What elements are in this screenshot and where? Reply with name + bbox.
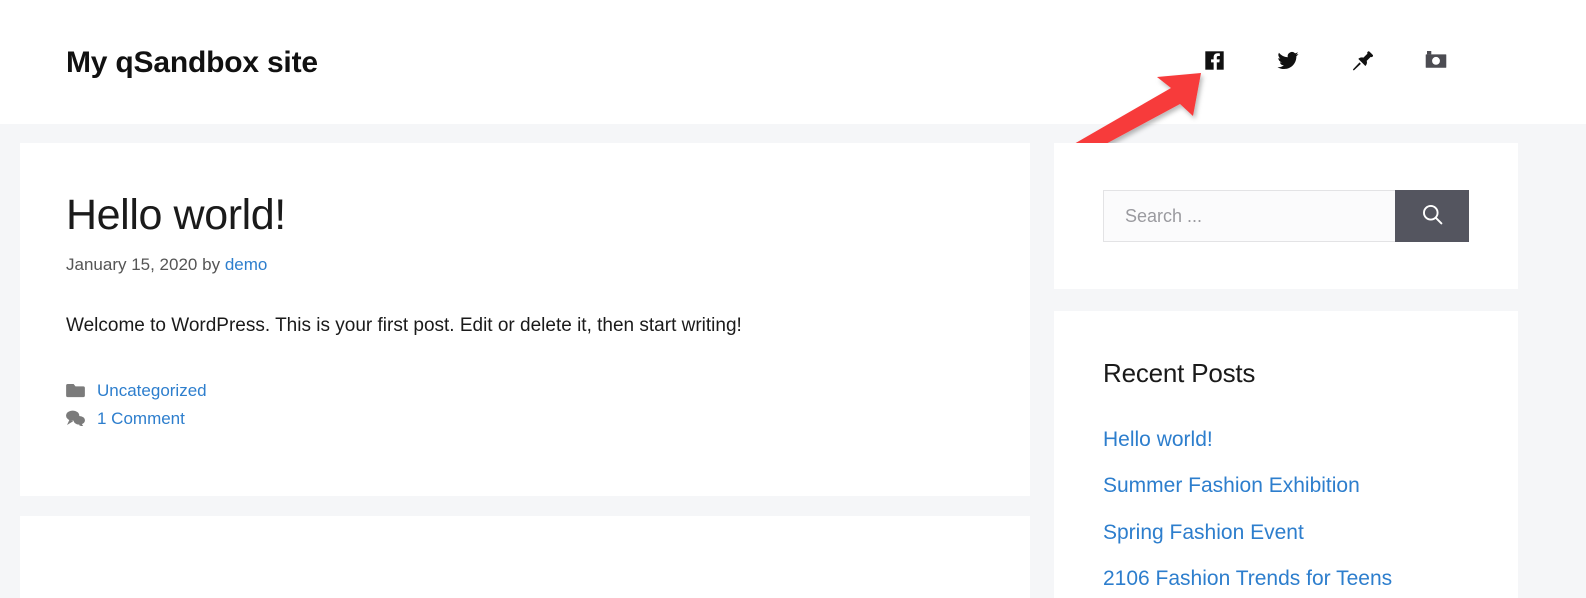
recent-post-link[interactable]: 2106 Fashion Trends for Teens bbox=[1103, 567, 1392, 590]
search-submit-button[interactable] bbox=[1395, 190, 1469, 242]
post-category-row: Uncategorized bbox=[66, 377, 984, 404]
recent-post-link[interactable]: Spring Fashion Event bbox=[1103, 521, 1304, 544]
post-date: January 15, 2020 bbox=[66, 255, 198, 275]
page-root: My qSandbox site Hello world! January 15… bbox=[0, 0, 1586, 598]
sidebar: Recent Posts Hello world! Summer Fashion… bbox=[1054, 143, 1518, 598]
site-title: My qSandbox site bbox=[66, 46, 318, 79]
post-category-link[interactable]: Uncategorized bbox=[97, 377, 207, 404]
recent-posts-list: Hello world! Summer Fashion Exhibition S… bbox=[1103, 427, 1469, 592]
recent-posts-widget: Recent Posts Hello world! Summer Fashion… bbox=[1054, 311, 1518, 598]
post-entry-footer: Uncategorized 1 Comment bbox=[66, 377, 984, 432]
search-form bbox=[1103, 190, 1469, 242]
site-header: My qSandbox site bbox=[0, 0, 1586, 124]
list-item: Summer Fashion Exhibition bbox=[1103, 473, 1469, 499]
search-input[interactable] bbox=[1103, 190, 1395, 242]
card-spacer bbox=[20, 496, 1030, 516]
twitter-icon-link[interactable] bbox=[1271, 44, 1305, 76]
instagram-camera-icon-link[interactable] bbox=[1419, 44, 1453, 76]
folder-icon bbox=[66, 381, 86, 399]
post-body-text: Welcome to WordPress. This is your first… bbox=[66, 315, 742, 337]
recent-posts-title: Recent Posts bbox=[1103, 358, 1256, 388]
list-item: Spring Fashion Event bbox=[1103, 520, 1469, 546]
search-widget bbox=[1054, 143, 1518, 289]
widget-spacer bbox=[1054, 289, 1518, 311]
post-comments-link[interactable]: 1 Comment bbox=[97, 405, 185, 432]
post-title: Hello world! bbox=[66, 191, 286, 239]
list-item: 2106 Fashion Trends for Teens bbox=[1103, 566, 1469, 592]
twitter-icon bbox=[1276, 50, 1300, 71]
post-author-link[interactable]: demo bbox=[225, 255, 268, 274]
post-by-label: by bbox=[202, 255, 221, 275]
main-content: Hello world! January 15, 2020 by demo We… bbox=[20, 143, 1030, 598]
facebook-icon-link[interactable] bbox=[1197, 44, 1231, 76]
post-comments-row: 1 Comment bbox=[66, 405, 984, 432]
social-navigation bbox=[1197, 44, 1453, 76]
facebook-icon bbox=[1204, 50, 1225, 71]
list-item: Hello world! bbox=[1103, 427, 1469, 453]
search-icon bbox=[1421, 203, 1444, 229]
post-article-summer-fashion: Summer Fashion Exhibition bbox=[20, 516, 1030, 598]
comments-icon bbox=[66, 409, 86, 427]
recent-post-link[interactable]: Summer Fashion Exhibition bbox=[1103, 474, 1360, 497]
pinterest-pin-icon-link[interactable] bbox=[1345, 44, 1379, 76]
pin-icon bbox=[1352, 50, 1373, 71]
camera-icon bbox=[1424, 50, 1448, 70]
post-title-second: Summer Fashion Exhibition bbox=[66, 594, 984, 598]
post-meta: January 15, 2020 by demo bbox=[66, 255, 984, 275]
recent-post-link[interactable]: Hello world! bbox=[1103, 428, 1213, 451]
post-article-hello-world: Hello world! January 15, 2020 by demo We… bbox=[20, 143, 1030, 496]
